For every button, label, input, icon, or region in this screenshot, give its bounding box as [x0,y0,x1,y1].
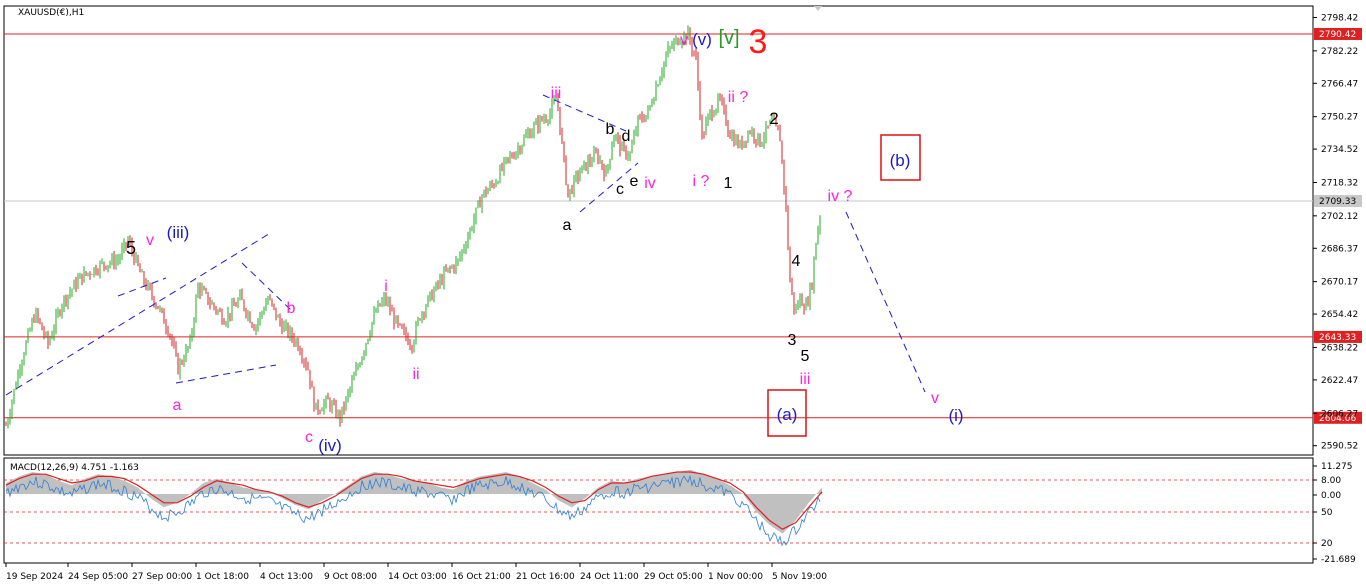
time-tick-label: 27 Sep 00:00 [132,572,192,582]
wave-label: d [622,128,631,145]
boxed-wave-label: (a) [777,405,798,424]
wave-label: v [680,32,688,49]
price-tick-label: 2638.22 [1321,343,1358,353]
trendline[interactable] [175,364,277,384]
price-tick-label: 2590.52 [1321,442,1358,452]
main-pane-border [3,5,1314,456]
time-tick-label: 14 Oct 03:00 [388,572,447,582]
time-tick-label: 9 Oct 08:00 [324,572,377,582]
time-tick-label: 1 Nov 00:00 [708,572,763,582]
wave-label: v [146,232,154,249]
symbol-header: XAUUSD(€),H1 [18,8,84,18]
price-tick-label: 2702.12 [1321,212,1358,222]
wave-label: (v) [692,30,712,49]
wave-label: 3 [749,23,768,61]
wave-label: 4 [792,253,801,270]
macd-tick-label: 20 [1321,539,1333,549]
level-price-label: 2790.42 [1319,30,1356,40]
chart-window: 2790.42 2709.33 2643.33 2604.06 5 v (iii) a b c(… [0,0,1366,588]
wave-label: i [384,278,388,295]
trendline[interactable] [845,211,926,393]
price-tick-label: 2686.37 [1321,244,1358,254]
time-tick-label: 16 Oct 21:00 [452,572,511,582]
time-tick-label: 21 Oct 16:00 [516,572,575,582]
time-tick-label: 4 Oct 13:00 [260,572,313,582]
wave-label: a [563,217,572,234]
macd-header: MACD(12,26,9) 4.751 -1.163 [10,463,139,473]
time-tick-label: 29 Oct 05:00 [644,572,703,582]
time-tick-label: 24 Sep 05:00 [68,572,128,582]
time-axis: 19 Sep 2024 24 Sep 05:00 27 Sep 00:00 1 Oct… [5,563,827,582]
wave-label: c [616,181,624,198]
wave-label: c [305,429,313,446]
macd-pane-border [3,457,1314,564]
wave-label: (iii) [167,223,190,242]
wave-label: 2 [769,109,778,128]
wave-label: 3 [788,332,797,349]
trendline[interactable] [117,277,167,297]
time-tick-label: 1 Oct 18:00 [196,572,249,582]
level-price-label: 2709.33 [1319,197,1356,207]
wave-label: (i) [948,406,963,425]
wave-labels: 5 v (iii)abc (iv)iiiiiiab dc e ivv (v) [v] 3ii ?i… [126,23,964,455]
level-price-label: 2643.33 [1319,333,1356,343]
macd-tick-label: -21.689 [1321,555,1356,565]
wave-label: b [606,121,615,138]
time-tick-label: 5 Nov 19:00 [772,572,827,582]
wave-label: iv [644,175,656,192]
wave-label: iii [551,85,562,102]
wave-label: ii ? [728,89,749,106]
wave-label: v [931,390,939,407]
macd-tick-label: 50 [1321,508,1333,518]
wave-label: e [630,173,639,190]
wave-label: 1 [724,175,733,192]
price-tick-label: 2606.27 [1321,409,1358,419]
macd-tick-label: 8.00 [1321,476,1341,486]
time-tick-label: 24 Oct 11:00 [580,572,639,582]
wave-label: ii [412,366,419,383]
boxed-wave-label: (b) [890,151,911,170]
wave-label: b [287,300,296,317]
price-tick-label: 2654.42 [1321,310,1358,320]
wave-label: 5 [126,238,136,258]
wave-label: iii [800,371,811,388]
price-chart[interactable]: 2790.422709.332643.332604.06 5 v (iii)abc(… [0,0,1366,588]
price-tick-label: 2670.17 [1321,278,1358,288]
wave-label: a [173,397,182,414]
price-tick-label: 2750.27 [1321,113,1358,123]
wave-label: iv ? [828,188,853,205]
wave-label: 5 [801,348,810,365]
macd-panel: 11.275 8.00 0.00 50 20 -21.689 [4,462,1356,565]
horizontal-levels[interactable]: 2790.422709.332643.332604.06 [4,27,1362,424]
wave-label: [v] [718,27,739,49]
macd-tick-label: 0.00 [1321,491,1341,501]
wave-label: (iv) [318,436,342,455]
price-axis: 2798.42 2782.22 2766.47 2750.27 2734.52 2718.… [1313,13,1358,452]
chart-shift-marker[interactable] [814,6,822,11]
time-tick-label: 19 Sep 2024 [6,572,63,582]
price-tick-label: 2782.22 [1321,47,1358,57]
price-tick-label: 2766.47 [1321,79,1358,89]
macd-tick-label: 11.275 [1321,462,1353,472]
price-tick-label: 2622.47 [1321,376,1358,386]
price-tick-label: 2798.42 [1321,13,1358,23]
wave-label: i ? [693,173,710,190]
price-tick-label: 2734.52 [1321,145,1358,155]
price-tick-label: 2718.32 [1321,178,1358,188]
